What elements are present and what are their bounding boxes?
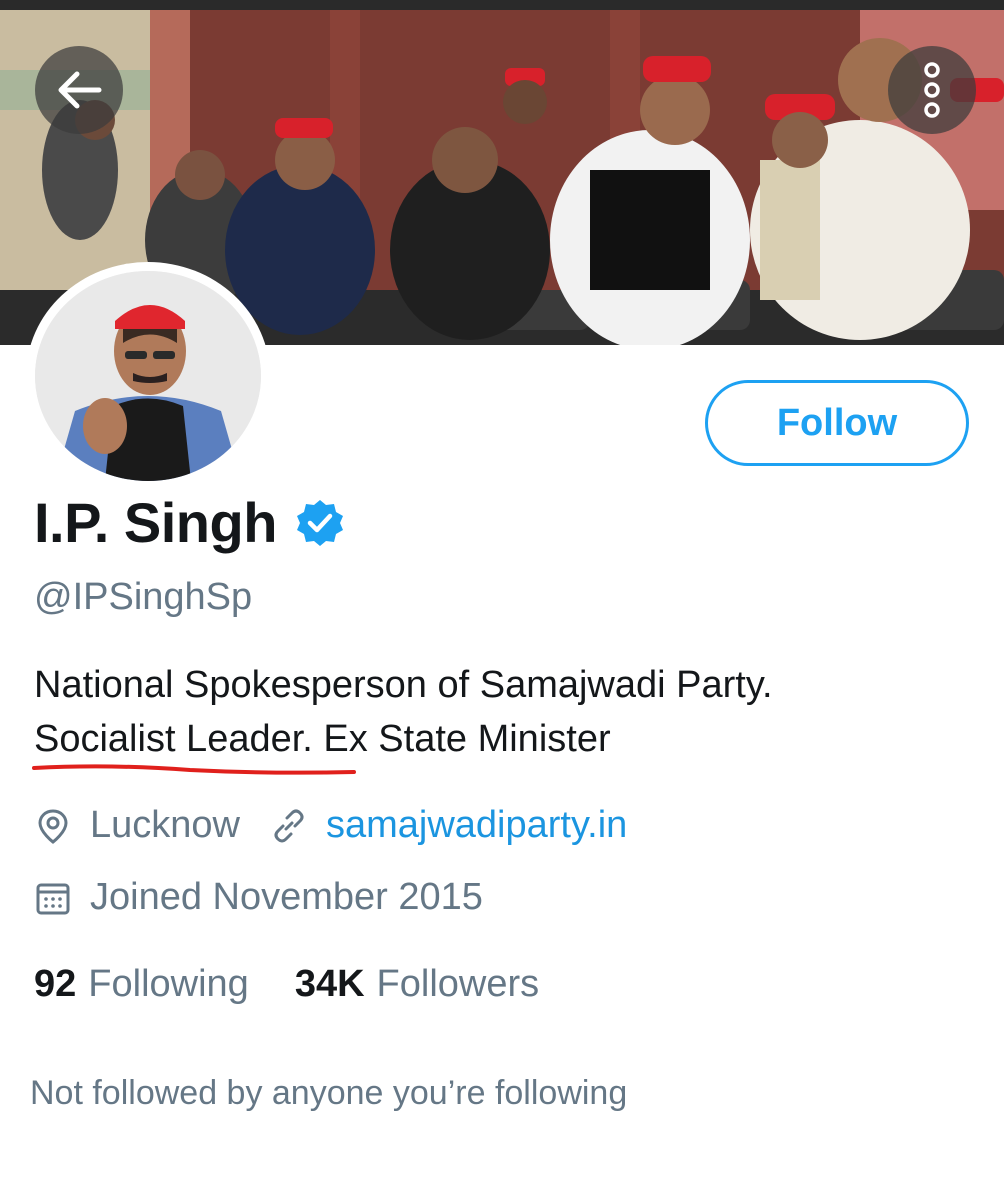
more-options-button[interactable] <box>888 46 976 134</box>
bio-line-2: Socialist Leader. Ex State Minister <box>34 718 611 760</box>
red-underline-annotation <box>32 764 356 775</box>
followers-count[interactable]: 34K <box>295 963 365 1006</box>
avatar-image <box>35 271 261 481</box>
location-website-row: Lucknow samajwadiparty.in <box>34 804 627 847</box>
profile-handle: @IPSinghSp <box>34 576 253 618</box>
arrow-left-icon <box>58 71 102 109</box>
joined-row: Joined November 2015 <box>34 876 483 919</box>
location-pin-icon <box>38 808 68 844</box>
verified-badge-icon <box>296 499 343 546</box>
profile-bio: National Spokesperson of Samajwadi Party… <box>34 658 934 766</box>
link-icon <box>274 809 304 842</box>
following-count[interactable]: 92 <box>34 963 76 1006</box>
more-vertical-icon <box>924 62 940 118</box>
followers-label[interactable]: Followers <box>377 963 540 1006</box>
bio-line-1: National Spokesperson of Samajwadi Party… <box>34 664 773 706</box>
top-status-strip <box>0 0 1004 10</box>
profile-name-row: I.P. Singh <box>34 490 345 555</box>
joined-text: Joined November 2015 <box>90 876 483 918</box>
profile-name: I.P. Singh <box>34 491 277 554</box>
calendar-icon <box>36 883 70 914</box>
following-label[interactable]: Following <box>88 963 249 1006</box>
profile-avatar[interactable] <box>26 262 270 490</box>
back-button[interactable] <box>35 46 123 134</box>
followed-by-note: Not followed by anyone you’re following <box>30 1074 628 1112</box>
location-text: Lucknow <box>90 804 240 846</box>
website-link[interactable]: samajwadiparty.in <box>326 804 627 847</box>
follow-counts: 92 Following 34K Followers <box>34 963 585 1006</box>
follow-button[interactable]: Follow <box>705 380 969 466</box>
